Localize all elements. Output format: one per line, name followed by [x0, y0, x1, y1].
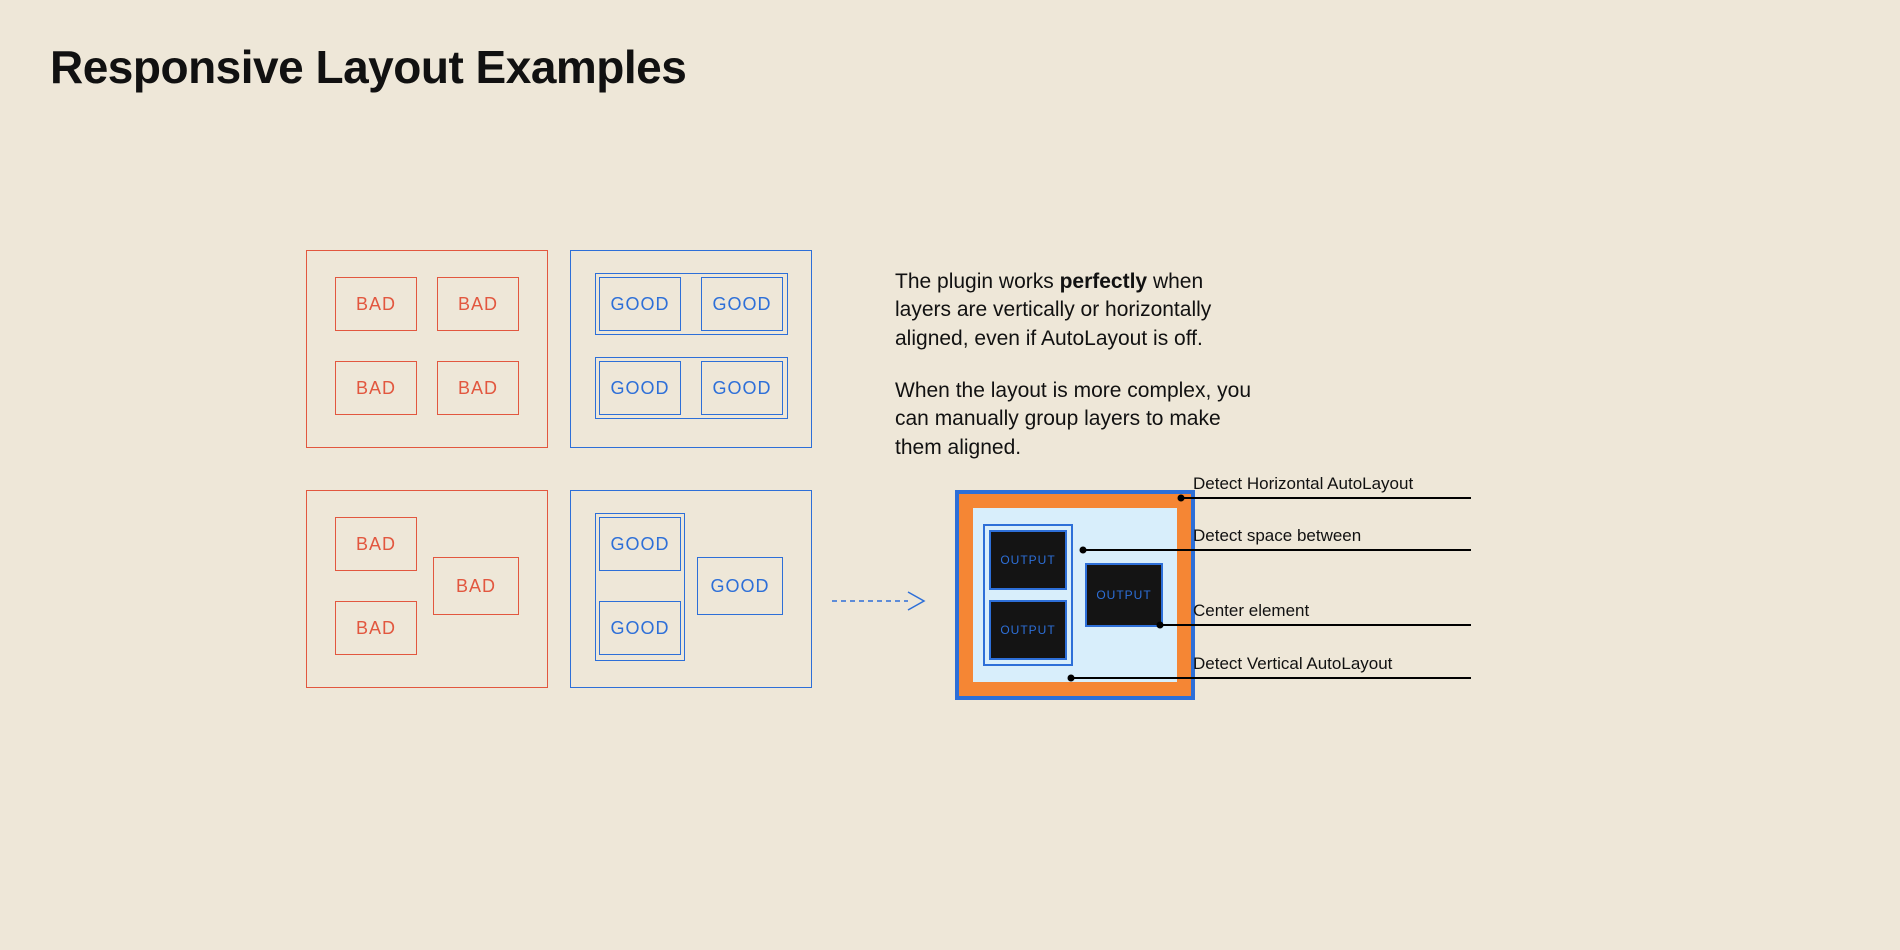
good-cell: GOOD: [697, 557, 783, 615]
annotation-label: Detect space between: [1193, 526, 1361, 546]
bad-panel-complex: BAD BAD BAD: [306, 490, 548, 688]
annotation-label: Center element: [1193, 601, 1309, 621]
output-inner-frame: OUTPUT OUTPUT OUTPUT: [973, 508, 1177, 682]
output-center-element: OUTPUT: [1085, 563, 1163, 627]
annotation-label: Detect Vertical AutoLayout: [1193, 654, 1392, 674]
good-cell: GOOD: [599, 517, 681, 571]
page-title: Responsive Layout Examples: [50, 40, 686, 94]
bad-cell: BAD: [437, 277, 519, 331]
bad-cell: BAD: [335, 277, 417, 331]
output-cell: OUTPUT: [989, 600, 1067, 660]
desc-text: When the layout is more complex, you can…: [895, 377, 1255, 462]
description-text: The plugin works perfectly when layers a…: [895, 268, 1255, 486]
annotation-line: [1083, 549, 1471, 551]
annotation-label: Detect Horizontal AutoLayout: [1193, 474, 1413, 494]
good-cell: GOOD: [599, 277, 681, 331]
good-cell: GOOD: [599, 361, 681, 415]
bad-cell: BAD: [335, 361, 417, 415]
good-cell: GOOD: [599, 601, 681, 655]
bad-panel-grid: BAD BAD BAD BAD: [306, 250, 548, 448]
good-panel-grid: GOOD GOOD GOOD GOOD: [570, 250, 812, 448]
output-outer-frame: OUTPUT OUTPUT OUTPUT: [955, 490, 1195, 700]
bad-cell: BAD: [335, 601, 417, 655]
arrow-icon: [830, 586, 930, 616]
good-panel-complex: GOOD GOOD GOOD: [570, 490, 812, 688]
annotation-line: [1181, 497, 1471, 499]
good-cell: GOOD: [701, 361, 783, 415]
bad-cell: BAD: [433, 557, 519, 615]
output-vertical-group: OUTPUT OUTPUT: [983, 524, 1073, 666]
bad-cell: BAD: [437, 361, 519, 415]
good-cell: GOOD: [701, 277, 783, 331]
annotation-line: [1071, 677, 1471, 679]
output-cell: OUTPUT: [989, 530, 1067, 590]
desc-text: The plugin works: [895, 270, 1060, 293]
output-cell: OUTPUT: [1085, 563, 1163, 627]
bad-cell: BAD: [335, 517, 417, 571]
desc-bold: perfectly: [1060, 270, 1148, 293]
annotation-line: [1160, 624, 1471, 626]
output-diagram: OUTPUT OUTPUT OUTPUT: [955, 490, 1195, 700]
